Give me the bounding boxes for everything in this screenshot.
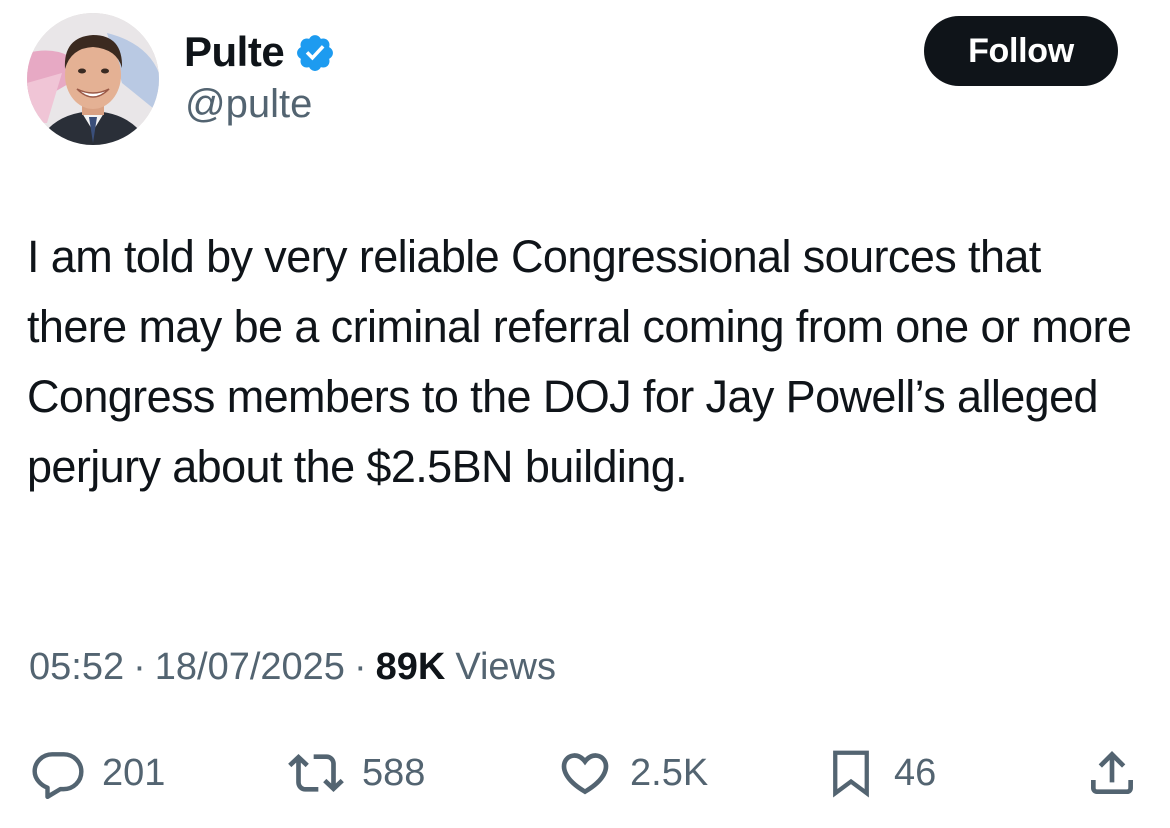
tweet: Pulte @pulte Follow I am told by very re… [0, 0, 1170, 828]
action-bar: 201 588 2.5K 46 [0, 738, 1170, 808]
heart-icon [561, 753, 609, 795]
reply-icon [32, 752, 84, 800]
bookmark-icon [833, 750, 869, 798]
repost-button[interactable]: 588 [286, 738, 425, 808]
display-name[interactable]: Pulte [184, 28, 285, 76]
verified-badge-icon [297, 35, 334, 71]
avatar-image [27, 13, 159, 145]
reply-button[interactable]: 201 [30, 738, 165, 808]
meta-separator: · [353, 646, 367, 688]
like-button[interactable]: 2.5K [556, 738, 708, 808]
author-name-row: Pulte [184, 26, 336, 78]
repost-count: 588 [362, 751, 426, 794]
meta-separator: · [133, 646, 146, 688]
repost-icon [288, 754, 344, 792]
views-label: Views [455, 646, 556, 688]
bookmark-button[interactable]: 46 [824, 738, 936, 808]
author-handle[interactable]: @pulte [185, 82, 312, 127]
like-count: 2.5K [630, 751, 709, 794]
share-icon [1091, 751, 1133, 794]
share-button[interactable] [1084, 738, 1140, 808]
follow-button[interactable]: Follow [924, 16, 1118, 86]
tweet-text: I am told by very reliable Congressional… [27, 231, 1132, 492]
views-count: 89K [375, 646, 446, 688]
reply-count: 201 [102, 751, 166, 794]
avatar[interactable] [27, 13, 159, 145]
tweet-meta: 05:52 · 18/07/2025 · 89K Views [29, 646, 556, 689]
bookmark-count: 46 [894, 751, 937, 794]
tweet-time[interactable]: 05:52 [29, 646, 124, 689]
tweet-date[interactable]: 18/07/2025 [155, 646, 345, 689]
